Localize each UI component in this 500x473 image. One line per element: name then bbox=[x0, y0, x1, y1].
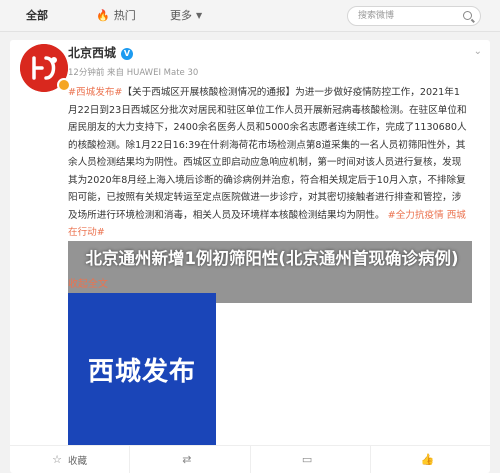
collapse-link[interactable]: 收起全文 bbox=[68, 275, 108, 290]
tab-more[interactable]: 更多 ▼ bbox=[170, 0, 202, 32]
post-meta: 12分钟前 来自 HUAWEI Mate 30 bbox=[68, 68, 199, 78]
comment-icon: ▭ bbox=[301, 453, 313, 466]
tab-hot[interactable]: 🔥 热门 bbox=[96, 0, 136, 32]
verified-icon: V bbox=[121, 48, 134, 60]
tab-label: 全部 bbox=[26, 9, 48, 22]
search-placeholder: 搜索微博 bbox=[358, 11, 395, 21]
like-button[interactable]: 👍 bbox=[371, 446, 490, 473]
tab-all[interactable]: 全部 bbox=[26, 0, 48, 32]
star-icon: ☆ bbox=[52, 453, 63, 466]
post-bracket-title: 【关于西城区开展核酸检测情况的通报】 bbox=[122, 87, 296, 98]
favorite-button[interactable]: ☆ 收藏 bbox=[10, 446, 131, 473]
post-image-text: 西城发布 bbox=[87, 357, 196, 387]
headline-overlay-title: 北京通州新增1例初筛阳性(北京通州首现确诊病例) bbox=[85, 249, 459, 268]
chevron-down-icon: ▼ bbox=[196, 11, 203, 20]
author-name[interactable]: 北京西城 V bbox=[68, 44, 134, 61]
tab-label: 更多 bbox=[170, 9, 192, 22]
action-bar: ☆ 收藏 ⇄ ▭ 👍 bbox=[10, 445, 490, 473]
search-icon[interactable] bbox=[463, 11, 472, 20]
thumbs-up-icon: 👍 bbox=[420, 453, 435, 466]
post-text: #西城发布#【关于西城区开展核酸检测情况的通报】为进一步做好疫情防控工作，202… bbox=[68, 84, 468, 242]
post-body: 为进一步做好疫情防控工作，2021年1月22日到23日西城区分批次对居民和驻区单… bbox=[68, 87, 467, 221]
tab-label: 热门 bbox=[113, 9, 136, 22]
post-menu-chevron-icon[interactable]: ⌄ bbox=[474, 46, 482, 57]
repost-button[interactable]: ⇄ bbox=[130, 446, 251, 473]
fire-icon: 🔥 bbox=[96, 9, 110, 22]
search-input[interactable]: 搜索微博 bbox=[347, 6, 481, 26]
weibo-post-card: 北京西城 V 12分钟前 来自 HUAWEI Mate 30 ⌄ #西城发布#【关… bbox=[10, 40, 490, 473]
top-nav-bar: 全部 🔥 热门 更多 ▼ 搜索微博 bbox=[0, 0, 500, 32]
comment-button[interactable]: ▭ bbox=[251, 446, 371, 473]
hashtag-link[interactable]: #西城发布# bbox=[68, 87, 122, 98]
post-image[interactable]: 西城发布 bbox=[68, 293, 216, 445]
repost-icon: ⇄ bbox=[182, 453, 192, 466]
